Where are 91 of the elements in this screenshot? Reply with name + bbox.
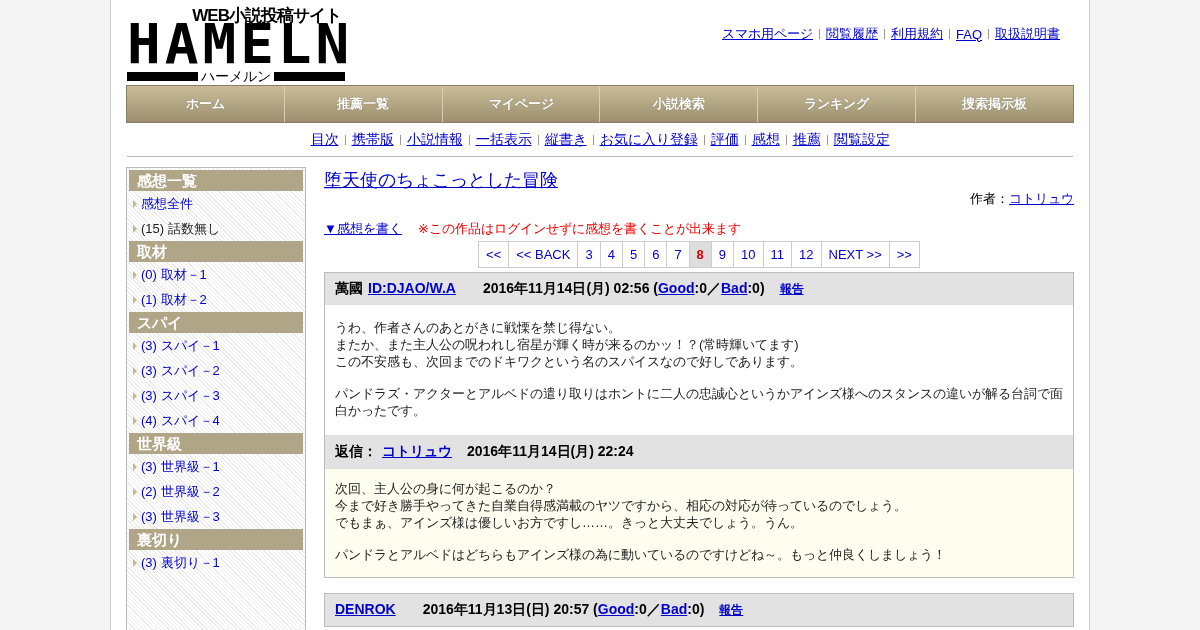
bullet-icon [133, 224, 137, 233]
report-link[interactable]: 報告 [779, 281, 804, 298]
author-label: 作者： [970, 191, 1009, 206]
header-link[interactable]: FAQ [956, 26, 982, 42]
page-link[interactable]: 4 [600, 241, 623, 268]
bullet-icon [133, 295, 137, 304]
comment-meta: :0) [747, 280, 765, 296]
novel-menu-link[interactable]: 目次 [310, 131, 339, 149]
comment-meta: 2016年11月13日(日) 20:57 ( [422, 601, 598, 617]
page-link[interactable]: 11 [763, 241, 793, 268]
bullet-icon [133, 558, 137, 567]
logo-subtitle: ハーメルン [201, 69, 271, 83]
report-link[interactable]: 報告 [719, 602, 744, 619]
header-link[interactable]: スマホ用ページ [722, 25, 813, 43]
bullet-icon [133, 270, 137, 279]
sidebar-item: (15) 話数無し [141, 219, 220, 238]
bullet-icon [133, 366, 137, 375]
page-link[interactable]: 5 [622, 241, 646, 268]
page-link[interactable]: << BACK [509, 241, 579, 268]
novel-menu-link[interactable]: 一括表示 [475, 131, 532, 149]
commenter-name: 萬國 [335, 280, 363, 298]
sidebar-heading: 裏切り [129, 529, 303, 550]
page-link[interactable]: 12 [792, 241, 822, 268]
rating-link[interactable]: Bad [660, 601, 688, 617]
page-link[interactable]: 6 [645, 241, 668, 268]
reply-author-link[interactable]: コトリュウ [382, 443, 452, 461]
novel-menu-link[interactable]: 小説情報 [406, 131, 463, 149]
sidebar-heading: 世界級 [129, 433, 303, 454]
commenter-link[interactable]: DENROK [335, 601, 396, 617]
comment-meta: :0／ [694, 280, 721, 296]
header-link[interactable]: 閲覧履歴 [826, 25, 878, 43]
sidebar-link[interactable]: (3) 裏切り－1 [141, 553, 220, 572]
comment-text: パンドラズ・アクターとアルベドの遣り取りはホントに二人の忠誠心というかアインズ様へのスタンスの違いが解る台詞で面白かったです。 [335, 385, 1064, 419]
reply-label: 返信： [335, 443, 377, 461]
bullet-icon [133, 487, 137, 496]
bullet-icon [133, 512, 137, 521]
reply-date: 2016年11月14日(月) 22:24 [467, 443, 634, 461]
page-link[interactable]: 9 [711, 241, 735, 268]
sidebar-link[interactable]: (0) 取材－1 [141, 265, 207, 284]
header-link[interactable]: 取扱説明書 [995, 25, 1060, 43]
reply-text: でもまぁ、アインズ様は優しいお方ですし……。きっと大丈夫でしょう。うん。 [335, 514, 804, 531]
page-link[interactable]: 10 [734, 241, 764, 268]
sidebar-link[interactable]: (2) 世界級－2 [141, 482, 220, 501]
bullet-icon [133, 341, 137, 350]
bullet-icon [133, 462, 137, 471]
comment-meta: 2016年11月14日(月) 02:56 ( [482, 280, 658, 296]
login-notice: ※この作品はログインせずに感想を書くことが出来ます [417, 220, 741, 238]
page-link[interactable]: 8 [689, 241, 712, 268]
comment-meta: :0／ [634, 601, 661, 617]
author-link[interactable]: コトリュウ [1009, 191, 1074, 206]
reply-text: パンドラとアルベドはどちらもアインズ様の為に動いているのですけどね～。もっと仲良くしましょう！ [335, 546, 947, 563]
novel-menu-link[interactable]: 評価 [710, 131, 739, 149]
novel-menu-link[interactable]: 縦書き [544, 131, 587, 149]
bullet-icon [133, 391, 137, 400]
sidebar-link[interactable]: (3) スパイ－2 [141, 361, 220, 380]
novel-menu-link[interactable]: 閲覧設定 [833, 131, 890, 149]
comment-meta: :0) [687, 601, 705, 617]
page-link[interactable]: 7 [667, 241, 690, 268]
sidebar-link[interactable]: (1) 取材－2 [141, 290, 207, 309]
reply-text: 次回、主人公の身に何が起こるのか？ [335, 480, 557, 497]
logo-bar [274, 71, 345, 81]
commenter-link[interactable]: ID:DJAO/W.A [368, 280, 456, 296]
rating-link[interactable]: Good [658, 280, 695, 296]
novel-menu-link[interactable]: 感想 [751, 131, 780, 149]
logo-bar [127, 71, 198, 81]
sidebar-link[interactable]: (3) スパイ－1 [141, 336, 220, 355]
page-link[interactable]: NEXT >> [821, 241, 890, 268]
comment-text: この不安感も、次回までのドキワクという名のスパイスなので好しであります。 [335, 353, 804, 370]
sidebar-heading: 感想一覧 [129, 170, 303, 191]
header-link[interactable]: 利用規約 [891, 25, 943, 43]
bullet-icon [133, 416, 137, 425]
sidebar-heading: スパイ [129, 312, 303, 333]
novel-menu-link[interactable]: 携帯版 [351, 131, 394, 149]
write-comment-link[interactable]: ▼感想を書く [324, 220, 402, 238]
novel-menu-link[interactable]: 推薦 [792, 131, 821, 149]
novel-title-link[interactable]: 堕天使のちょこっとした冒険 [324, 168, 558, 192]
novel-menu-link[interactable]: お気に入り登録 [599, 131, 698, 149]
sidebar-link[interactable]: (3) 世界級－3 [141, 507, 220, 526]
sidebar-link[interactable]: (4) スパイ－4 [141, 411, 220, 430]
sidebar-link[interactable]: 感想全件 [141, 194, 193, 213]
page-link[interactable]: >> [889, 241, 920, 268]
bullet-icon [133, 199, 137, 208]
sidebar-heading: 取材 [129, 241, 303, 262]
page-link[interactable]: 3 [578, 241, 601, 268]
reply-text: 今まで好き勝手やってきた自業自得感満載のヤツですから、相応の対応が待っているのでしょう。 [335, 497, 908, 514]
comment-text: うわ、作者さんのあとがきに戦慄を禁じ得ない。 [335, 319, 622, 336]
sidebar-link[interactable]: (3) スパイ－3 [141, 386, 220, 405]
comment-text: またか、また主人公の呪われし宿星が輝く時が来るのかッ！？(常時輝いてます) [335, 336, 800, 353]
rating-link[interactable]: Bad [721, 280, 748, 296]
sidebar-link[interactable]: (3) 世界級－1 [141, 457, 220, 476]
page-link[interactable]: << [478, 241, 510, 268]
